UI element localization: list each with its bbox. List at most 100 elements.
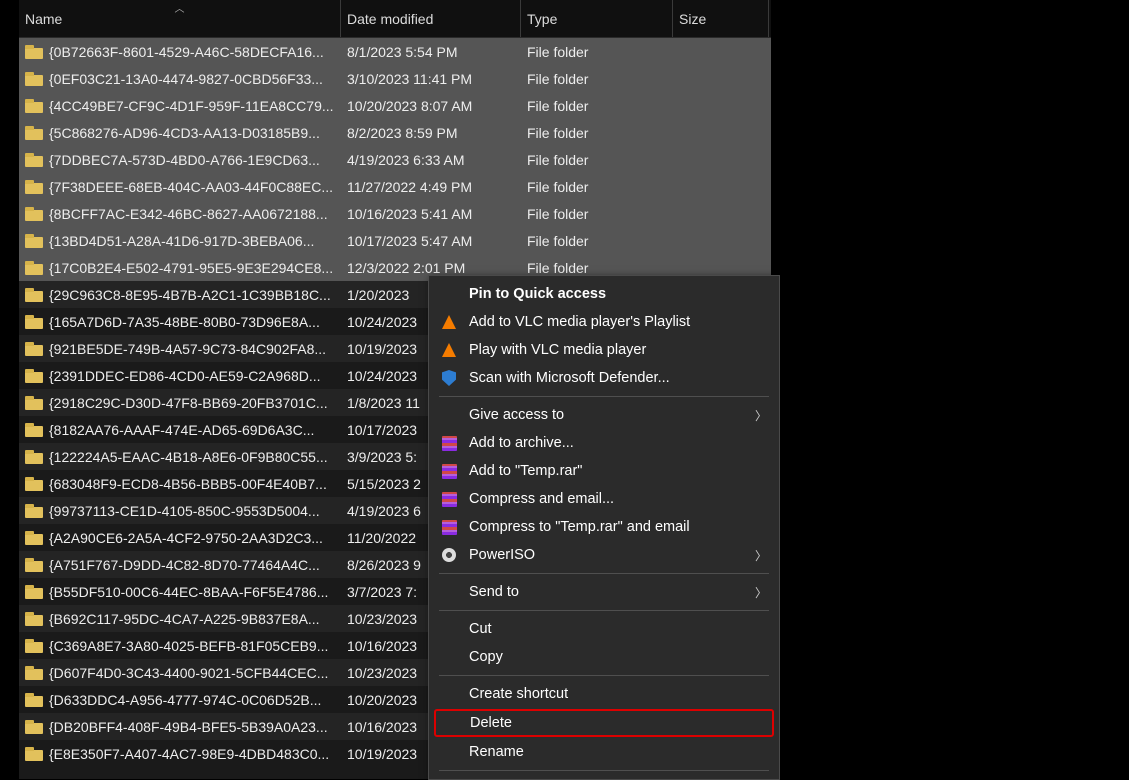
folder-icon	[25, 585, 43, 599]
table-row[interactable]: {13BD4D51-A28A-41D6-917D-3BEBA06... 10/17…	[19, 227, 771, 254]
ctx-separator	[439, 610, 769, 611]
ctx-defender-scan[interactable]: Scan with Microsoft Defender...	[431, 364, 777, 392]
cell-name: {A751F767-D9DD-4C82-8D70-77464A4C...	[19, 557, 341, 573]
ctx-copy[interactable]: Copy	[431, 643, 777, 671]
table-row[interactable]: {0EF03C21-13A0-4474-9827-0CBD56F33...3/1…	[19, 65, 771, 92]
file-name-label: {2918C29C-D30D-47F8-BB69-20FB3701C...	[49, 395, 335, 411]
file-name-label: {13BD4D51-A28A-41D6-917D-3BEBA06...	[49, 233, 335, 249]
folder-icon	[25, 207, 43, 221]
table-row[interactable]: {0B72663F-8601-4529-A46C-58DECFA16...8/1…	[19, 38, 771, 65]
column-type-header[interactable]: Type	[521, 0, 673, 37]
folder-icon	[25, 747, 43, 761]
ctx-give-access-to[interactable]: Give access to 〉	[431, 401, 777, 429]
ctx-separator	[439, 675, 769, 676]
file-name-label: {C369A8E7-3A80-4025-BEFB-81F05CEB9...	[49, 638, 335, 654]
table-row[interactable]: {5C868276-AD96-4CD3-AA13-D03185B9...8/2/…	[19, 119, 771, 146]
cell-name: {7DDBEC7A-573D-4BD0-A766-1E9CD63...	[19, 152, 341, 168]
file-name-label: {122224A5-EAAC-4B18-A8E6-0F9B80C55...	[49, 449, 335, 465]
cell-name: {4CC49BE7-CF9C-4D1F-959F-11EA8CC79...	[19, 98, 341, 114]
folder-icon	[25, 477, 43, 491]
ctx-compress-email[interactable]: Compress and email...	[431, 485, 777, 513]
file-name-label: {921BE5DE-749B-4A57-9C73-84C902FA8...	[49, 341, 335, 357]
cell-name: {0EF03C21-13A0-4474-9827-0CBD56F33...	[19, 71, 341, 87]
ctx-rename[interactable]: Rename	[431, 738, 777, 766]
file-name-label: {B55DF510-00C6-44EC-8BAA-F6F5E4786...	[49, 584, 335, 600]
cell-type: File folder	[521, 44, 673, 60]
cell-name: {5C868276-AD96-4CD3-AA13-D03185B9...	[19, 125, 341, 141]
file-name-label: {A751F767-D9DD-4C82-8D70-77464A4C...	[49, 557, 335, 573]
cell-type: File folder	[521, 206, 673, 222]
folder-icon	[25, 531, 43, 545]
cell-name: {8BCFF7AC-E342-46BC-8627-AA0672188...	[19, 206, 341, 222]
cell-date: 10/17/2023 5:47 AM	[341, 233, 521, 249]
folder-icon	[25, 369, 43, 383]
cell-name: {2391DDEC-ED86-4CD0-AE59-C2A968D...	[19, 368, 341, 384]
cell-type: File folder	[521, 125, 673, 141]
chevron-right-icon: 〉	[755, 584, 767, 601]
cell-name: {D607F4D0-3C43-4400-9021-5CFB44CEC...	[19, 665, 341, 681]
rar-icon	[440, 434, 458, 452]
cell-type: File folder	[521, 260, 673, 276]
folder-icon	[25, 153, 43, 167]
cell-name: {0B72663F-8601-4529-A46C-58DECFA16...	[19, 44, 341, 60]
file-name-label: {0EF03C21-13A0-4474-9827-0CBD56F33...	[49, 71, 335, 87]
folder-icon	[25, 180, 43, 194]
rar-icon	[440, 518, 458, 536]
cell-name: {921BE5DE-749B-4A57-9C73-84C902FA8...	[19, 341, 341, 357]
cell-date: 10/16/2023 5:41 AM	[341, 206, 521, 222]
ctx-compress-temp-email[interactable]: Compress to "Temp.rar" and email	[431, 513, 777, 541]
ctx-add-to-temp-rar[interactable]: Add to "Temp.rar"	[431, 457, 777, 485]
disc-icon	[440, 546, 458, 564]
ctx-pin-to-quick-access[interactable]: Pin to Quick access	[431, 280, 777, 308]
cell-date: 12/3/2022 2:01 PM	[341, 260, 521, 276]
table-row[interactable]: {8BCFF7AC-E342-46BC-8627-AA0672188... 10/…	[19, 200, 771, 227]
ctx-delete[interactable]: Delete	[434, 709, 774, 737]
folder-icon	[25, 504, 43, 518]
vlc-icon	[440, 313, 458, 331]
ctx-vlc-add-playlist[interactable]: Add to VLC media player's Playlist	[431, 308, 777, 336]
file-name-label: {B692C117-95DC-4CA7-A225-9B837E8A...	[49, 611, 335, 627]
rar-icon	[440, 462, 458, 480]
folder-icon	[25, 612, 43, 626]
folder-icon	[25, 126, 43, 140]
file-name-label: {5C868276-AD96-4CD3-AA13-D03185B9...	[49, 125, 335, 141]
ctx-send-to[interactable]: Send to 〉	[431, 578, 777, 606]
cell-name: {8182AA76-AAAF-474E-AD65-69D6A3C...	[19, 422, 341, 438]
folder-icon	[25, 234, 43, 248]
ctx-create-shortcut[interactable]: Create shortcut	[431, 680, 777, 708]
column-name-header[interactable]: Name ︿	[19, 0, 341, 37]
column-size-header[interactable]: Size	[673, 0, 769, 37]
file-name-label: {2391DDEC-ED86-4CD0-AE59-C2A968D...	[49, 368, 335, 384]
table-row[interactable]: {4CC49BE7-CF9C-4D1F-959F-11EA8CC79...10/…	[19, 92, 771, 119]
column-date-header[interactable]: Date modified	[341, 0, 521, 37]
ctx-cut[interactable]: Cut	[431, 615, 777, 643]
rar-icon	[440, 490, 458, 508]
ctx-vlc-play[interactable]: Play with VLC media player	[431, 336, 777, 364]
folder-icon	[25, 342, 43, 356]
folder-icon	[25, 423, 43, 437]
shield-icon	[440, 369, 458, 387]
file-name-label: {29C963C8-8E95-4B7B-A2C1-1C39BB18C...	[49, 287, 335, 303]
sort-ascending-icon: ︿	[175, 0, 185, 15]
table-row[interactable]: {7F38DEEE-68EB-404C-AA03-44F0C88EC... 11/…	[19, 173, 771, 200]
cell-type: File folder	[521, 233, 673, 249]
folder-icon	[25, 450, 43, 464]
chevron-right-icon: 〉	[755, 547, 767, 564]
cell-name: {2918C29C-D30D-47F8-BB69-20FB3701C...	[19, 395, 341, 411]
file-name-label: {8BCFF7AC-E342-46BC-8627-AA0672188...	[49, 206, 335, 222]
file-name-label: {17C0B2E4-E502-4791-95E5-9E3E294CE8...	[49, 260, 335, 276]
folder-icon	[25, 558, 43, 572]
cell-name: {B55DF510-00C6-44EC-8BAA-F6F5E4786...	[19, 584, 341, 600]
file-name-label: {A2A90CE6-2A5A-4CF2-9750-2AA3D2C3...	[49, 530, 335, 546]
cell-date: 11/27/2022 4:49 PM	[341, 179, 521, 195]
file-name-label: {D633DDC4-A956-4777-974C-0C06D52B...	[49, 692, 335, 708]
ctx-separator	[439, 573, 769, 574]
table-row[interactable]: {7DDBEC7A-573D-4BD0-A766-1E9CD63...4/19/…	[19, 146, 771, 173]
ctx-separator	[439, 396, 769, 397]
file-name-label: {7F38DEEE-68EB-404C-AA03-44F0C88EC...	[49, 179, 335, 195]
cell-type: File folder	[521, 98, 673, 114]
ctx-add-to-archive[interactable]: Add to archive...	[431, 429, 777, 457]
ctx-poweriso[interactable]: PowerISO 〉	[431, 541, 777, 569]
folder-icon	[25, 99, 43, 113]
file-name-label: {0B72663F-8601-4529-A46C-58DECFA16...	[49, 44, 335, 60]
